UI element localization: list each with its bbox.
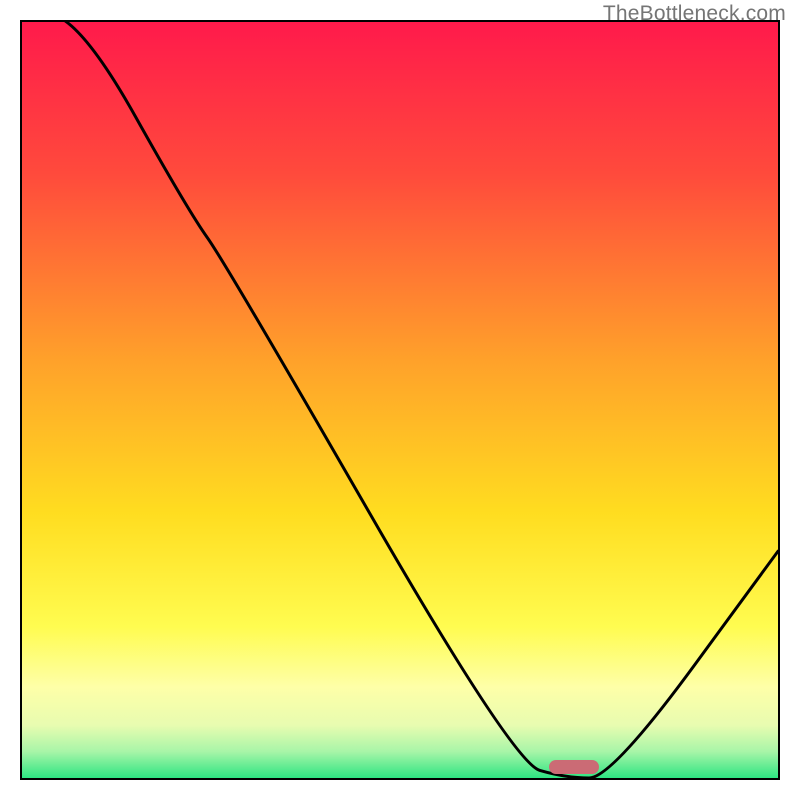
watermark-text: TheBottleneck.com xyxy=(603,2,786,26)
chart-plot-area xyxy=(20,20,780,780)
bottleneck-curve xyxy=(22,22,778,778)
optimal-marker xyxy=(549,760,599,774)
